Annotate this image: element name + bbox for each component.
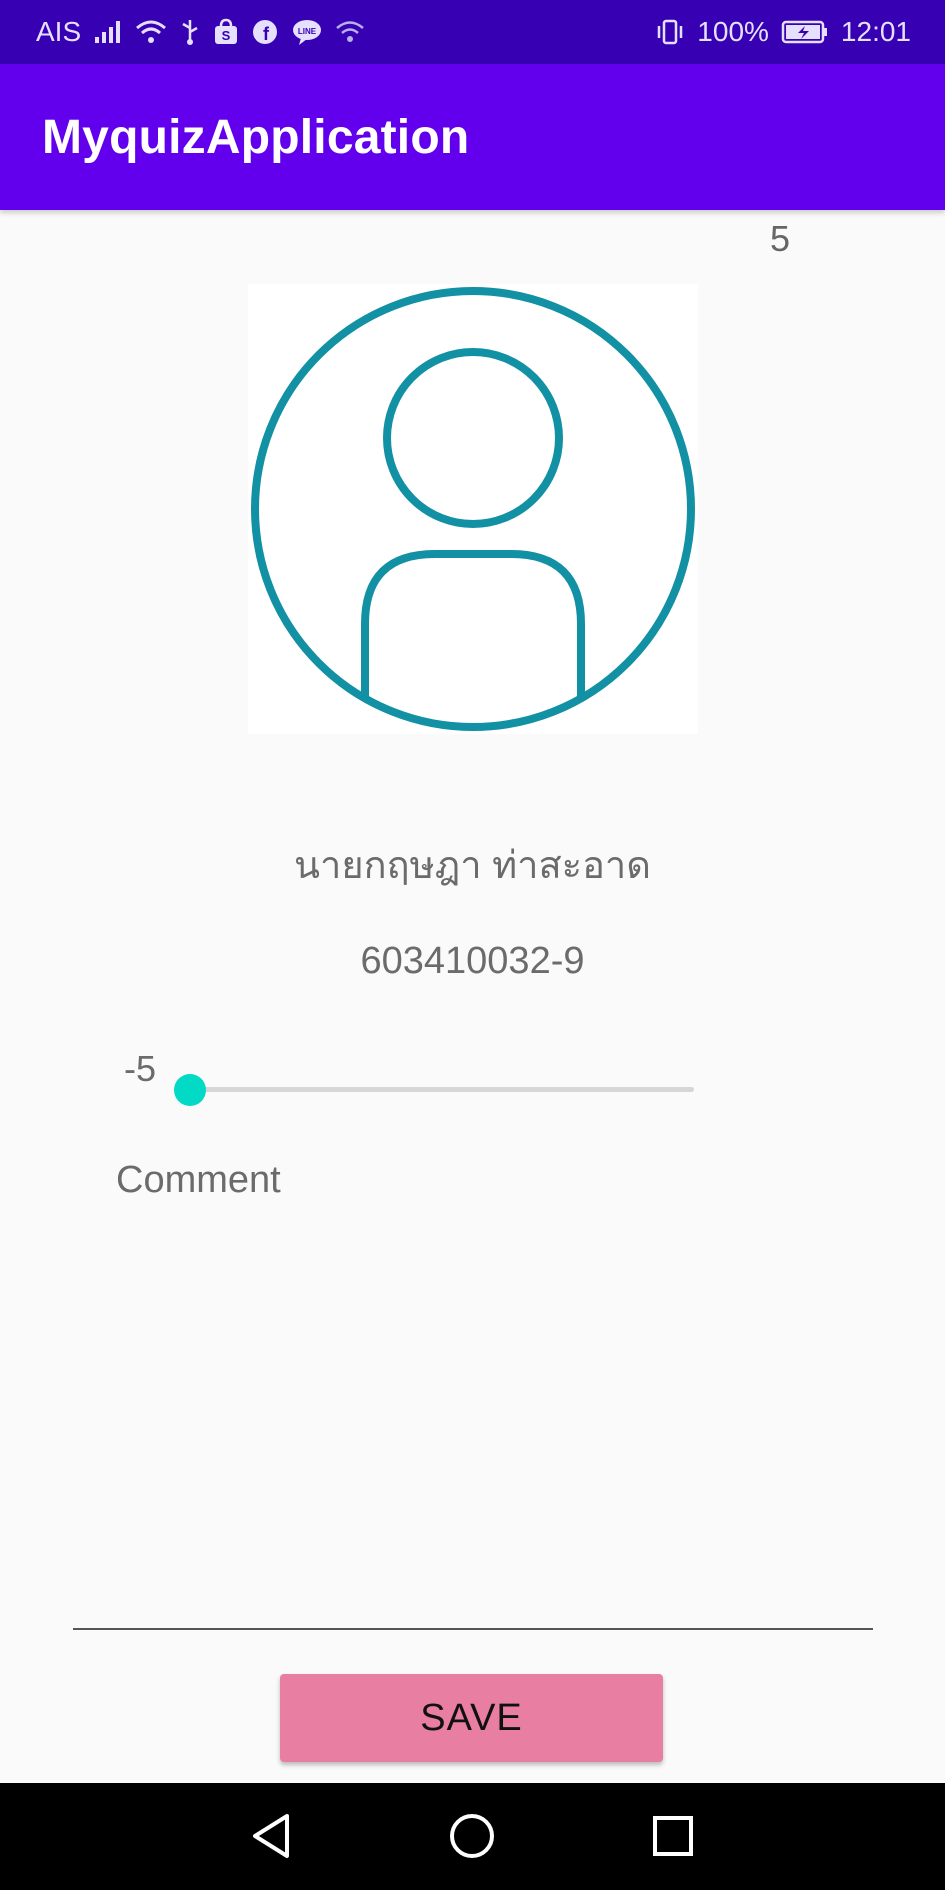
status-bar-left: AIS S f LINE: [36, 16, 365, 48]
app-bar: MyquizApplication: [0, 64, 945, 210]
carrier-label: AIS: [36, 16, 82, 47]
clock: 12:01: [840, 16, 911, 47]
user-profile-icon: [248, 284, 698, 734]
home-icon[interactable]: [437, 1801, 507, 1871]
vibrate-icon: [655, 17, 685, 47]
svg-text:LINE: LINE: [298, 27, 317, 36]
usb-icon: [179, 17, 201, 47]
svg-text:f: f: [263, 24, 270, 44]
shopee-icon: S: [213, 17, 239, 47]
slider-track: [190, 1087, 694, 1092]
student-name: นายกฤษฎา ท่าสะอาด: [294, 845, 651, 887]
student-id: 603410032-9: [360, 940, 585, 982]
app-title: MyquizApplication: [42, 110, 470, 164]
navigation-bar: [0, 1783, 945, 1890]
back-icon[interactable]: [236, 1801, 306, 1871]
score-slider[interactable]: [174, 1072, 694, 1108]
status-bar-right: 100% 12:01: [655, 16, 911, 48]
save-button[interactable]: SAVE: [280, 1674, 663, 1762]
score-text: 5: [770, 218, 791, 259]
screen: AIS S f LINE 100% 12:01 MyquizApplicatio…: [0, 0, 945, 1890]
signal-icon: [93, 17, 123, 47]
wifi-calling-icon: [335, 17, 365, 47]
battery-charging-icon: [781, 17, 829, 47]
comment-field[interactable]: [116, 1150, 716, 1210]
slider-value-label: -5: [124, 1048, 157, 1089]
wifi-icon: [135, 17, 167, 47]
svg-text:S: S: [222, 28, 231, 43]
battery-percent: 100%: [697, 16, 769, 47]
divider: [73, 1628, 873, 1630]
status-bar: AIS S f LINE 100% 12:01: [0, 0, 945, 64]
slider-thumb[interactable]: [174, 1074, 206, 1106]
line-icon: LINE: [291, 17, 323, 47]
facebook-icon: f: [251, 17, 279, 47]
recents-icon[interactable]: [638, 1801, 708, 1871]
